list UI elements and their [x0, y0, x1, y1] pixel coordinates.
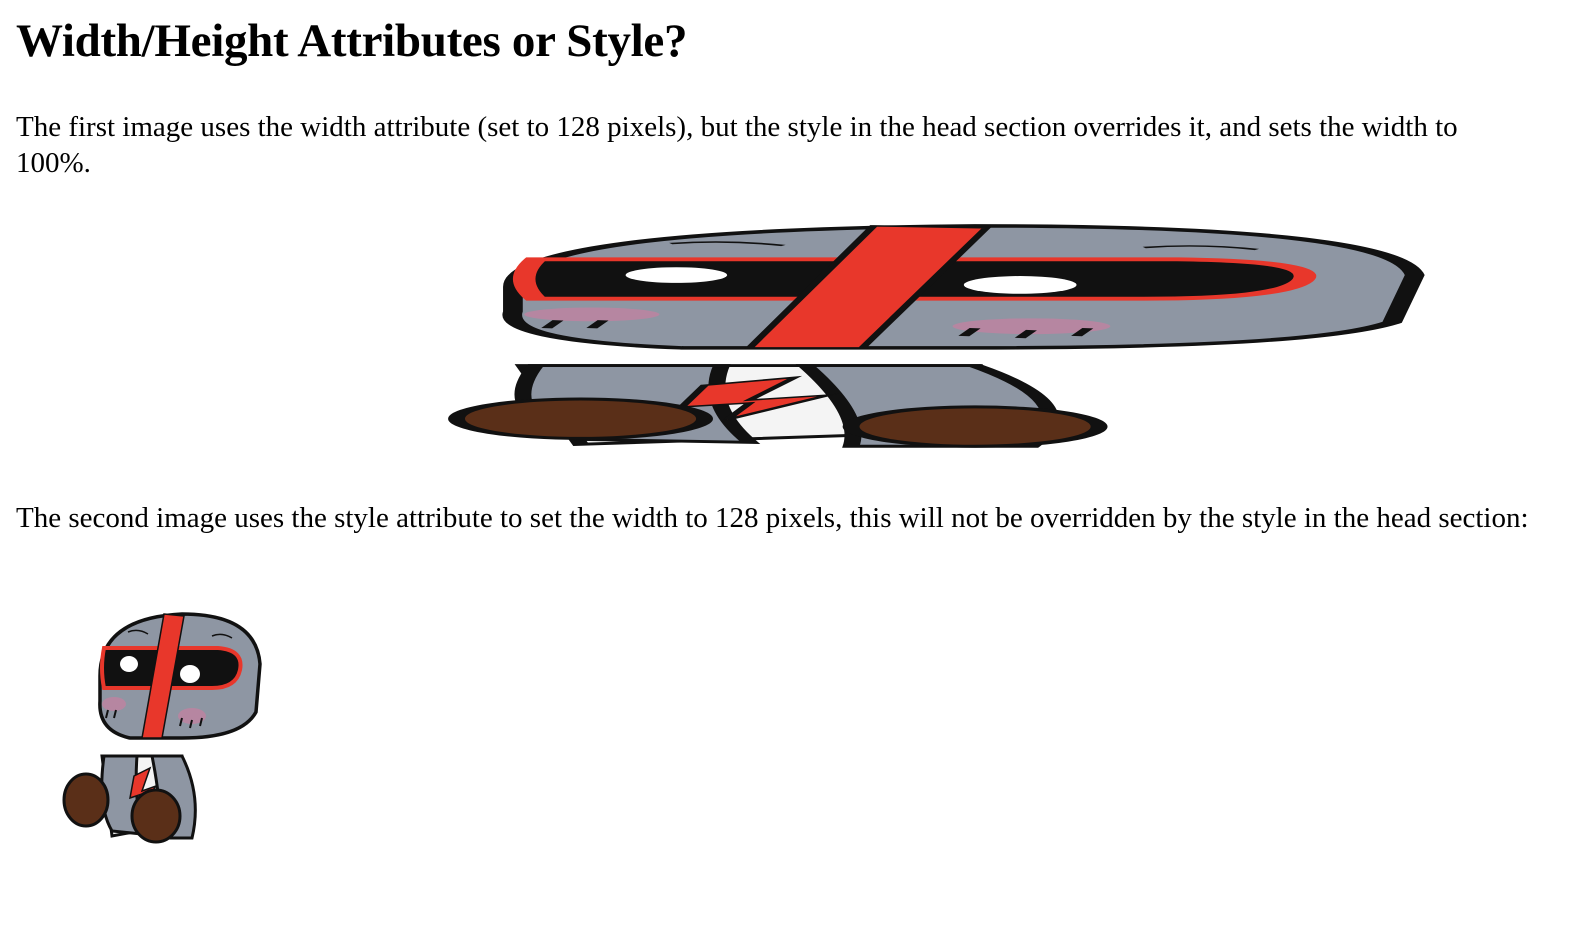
robot-image-stretched — [186, 218, 1426, 462]
robot-image-128px — [42, 606, 262, 854]
paragraph-second-image: The second image uses the style attribut… — [16, 502, 1529, 534]
page-title: Width/Height Attributes or Style? — [16, 15, 688, 67]
paragraph-first-image: The first image uses the width attribute… — [16, 111, 1458, 179]
